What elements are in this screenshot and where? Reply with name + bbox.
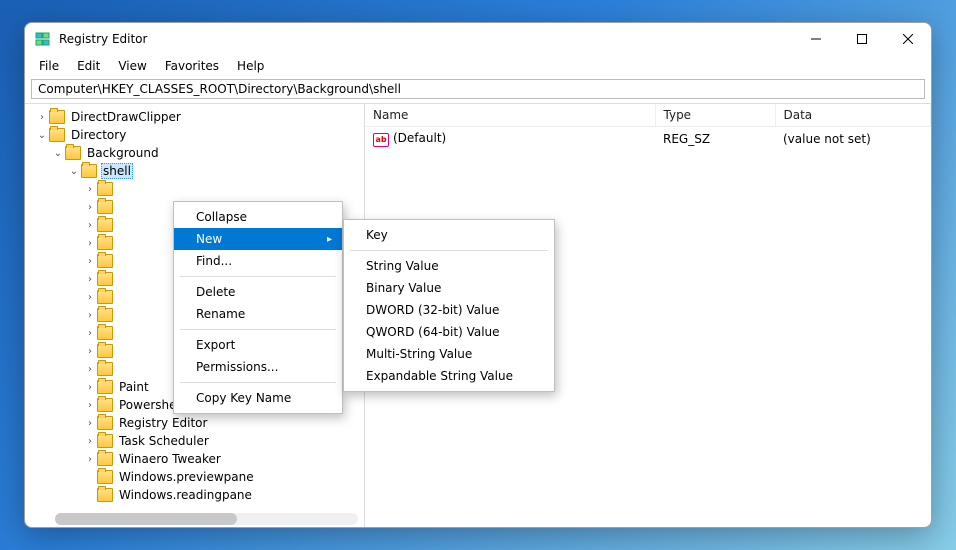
column-data[interactable]: Data	[775, 104, 931, 127]
sub-expand[interactable]: Expandable String Value	[344, 365, 554, 387]
folder-icon	[49, 110, 65, 124]
chevron-down-icon[interactable]: ⌄	[51, 146, 65, 160]
folder-icon	[97, 452, 113, 466]
folder-icon	[97, 290, 113, 304]
chevron-right-icon[interactable]: ›	[83, 290, 97, 304]
chevron-right-icon[interactable]: ›	[83, 272, 97, 286]
chevron-right-icon[interactable]: ›	[83, 398, 97, 412]
chevron-right-icon[interactable]: ›	[83, 182, 97, 196]
chevron-right-icon[interactable]: ›	[83, 434, 97, 448]
menu-file[interactable]: File	[31, 57, 67, 75]
ctx-rename[interactable]: Rename	[174, 303, 342, 325]
titlebar[interactable]: Registry Editor	[25, 23, 931, 55]
scrollbar-thumb[interactable]	[55, 513, 237, 525]
sub-key[interactable]: Key	[344, 224, 554, 246]
menu-edit[interactable]: Edit	[69, 57, 108, 75]
chevron-down-icon[interactable]: ⌄	[67, 164, 81, 178]
separator	[350, 250, 548, 251]
column-type[interactable]: Type	[655, 104, 775, 127]
folder-icon	[65, 146, 81, 160]
chevron-right-icon[interactable]: ›	[83, 416, 97, 430]
folder-icon	[97, 218, 113, 232]
address-bar[interactable]: Computer\HKEY_CLASSES_ROOT\Directory\Bac…	[31, 79, 925, 99]
menu-help[interactable]: Help	[229, 57, 272, 75]
maximize-button[interactable]	[839, 23, 885, 55]
folder-icon	[97, 380, 113, 394]
folder-icon	[97, 416, 113, 430]
chevron-right-icon[interactable]: ›	[83, 236, 97, 250]
ctx-collapse[interactable]: Collapse	[174, 206, 342, 228]
separator	[180, 276, 336, 277]
registry-editor-window: Registry Editor File Edit View Favorites…	[24, 22, 932, 528]
chevron-right-icon[interactable]: ›	[83, 344, 97, 358]
chevron-down-icon[interactable]: ⌄	[35, 128, 49, 142]
folder-icon	[97, 308, 113, 322]
value-row[interactable]: ab(Default) REG_SZ (value not set)	[365, 127, 931, 152]
minimize-button[interactable]	[793, 23, 839, 55]
folder-icon	[97, 272, 113, 286]
sub-binary[interactable]: Binary Value	[344, 277, 554, 299]
folder-icon	[97, 326, 113, 340]
folder-icon	[81, 164, 97, 178]
tree-item[interactable]: ›Windows.readingpane	[83, 486, 364, 504]
folder-icon	[97, 488, 113, 502]
chevron-right-icon[interactable]: ›	[83, 380, 97, 394]
folder-icon	[97, 470, 113, 484]
regedit-icon	[35, 31, 51, 47]
ctx-new[interactable]: New	[174, 228, 342, 250]
close-button[interactable]	[885, 23, 931, 55]
folder-icon	[97, 362, 113, 376]
chevron-right-icon[interactable]: ›	[83, 326, 97, 340]
tree-item[interactable]: ›Winaero Tweaker	[83, 450, 364, 468]
tree-item[interactable]: ›Registry Editor	[83, 414, 364, 432]
folder-icon	[97, 182, 113, 196]
menu-view[interactable]: View	[110, 57, 154, 75]
folder-icon	[97, 434, 113, 448]
tree-item[interactable]: ›	[83, 180, 364, 198]
ctx-permissions[interactable]: Permissions...	[174, 356, 342, 378]
context-menu: Collapse New Find... Delete Rename Expor…	[173, 201, 343, 414]
sub-string[interactable]: String Value	[344, 255, 554, 277]
folder-icon	[97, 254, 113, 268]
sub-dword[interactable]: DWORD (32-bit) Value	[344, 299, 554, 321]
chevron-right-icon[interactable]: ›	[83, 218, 97, 232]
string-value-icon: ab	[373, 133, 389, 147]
tree-item-directory[interactable]: ⌄Directory	[35, 126, 364, 144]
folder-icon	[97, 344, 113, 358]
tree-item[interactable]: ›Windows.previewpane	[83, 468, 364, 486]
ctx-copy-key-name[interactable]: Copy Key Name	[174, 387, 342, 409]
ctx-find[interactable]: Find...	[174, 250, 342, 272]
column-name[interactable]: Name	[365, 104, 655, 127]
separator	[180, 329, 336, 330]
ctx-export[interactable]: Export	[174, 334, 342, 356]
scrollbar-horizontal[interactable]	[55, 513, 358, 525]
sub-multi[interactable]: Multi-String Value	[344, 343, 554, 365]
chevron-right-icon[interactable]: ›	[35, 110, 49, 124]
menu-favorites[interactable]: Favorites	[157, 57, 227, 75]
folder-icon	[97, 398, 113, 412]
chevron-right-icon[interactable]: ›	[83, 200, 97, 214]
window-title: Registry Editor	[59, 32, 147, 46]
address-text: Computer\HKEY_CLASSES_ROOT\Directory\Bac…	[38, 82, 401, 96]
chevron-right-icon[interactable]: ›	[83, 452, 97, 466]
separator	[180, 382, 336, 383]
tree-item-shell[interactable]: ⌄shell	[67, 162, 364, 180]
tree-item[interactable]: ›Task Scheduler	[83, 432, 364, 450]
folder-icon	[97, 236, 113, 250]
chevron-right-icon[interactable]: ›	[83, 308, 97, 322]
menubar: File Edit View Favorites Help	[25, 55, 931, 77]
new-submenu: Key String Value Binary Value DWORD (32-…	[343, 219, 555, 392]
ctx-delete[interactable]: Delete	[174, 281, 342, 303]
folder-icon	[97, 200, 113, 214]
tree-item-background[interactable]: ⌄Background	[51, 144, 364, 162]
folder-icon	[49, 128, 65, 142]
tree-item[interactable]: ›DirectDrawClipper	[35, 108, 364, 126]
chevron-right-icon[interactable]: ›	[83, 362, 97, 376]
chevron-right-icon[interactable]: ›	[83, 254, 97, 268]
sub-qword[interactable]: QWORD (64-bit) Value	[344, 321, 554, 343]
